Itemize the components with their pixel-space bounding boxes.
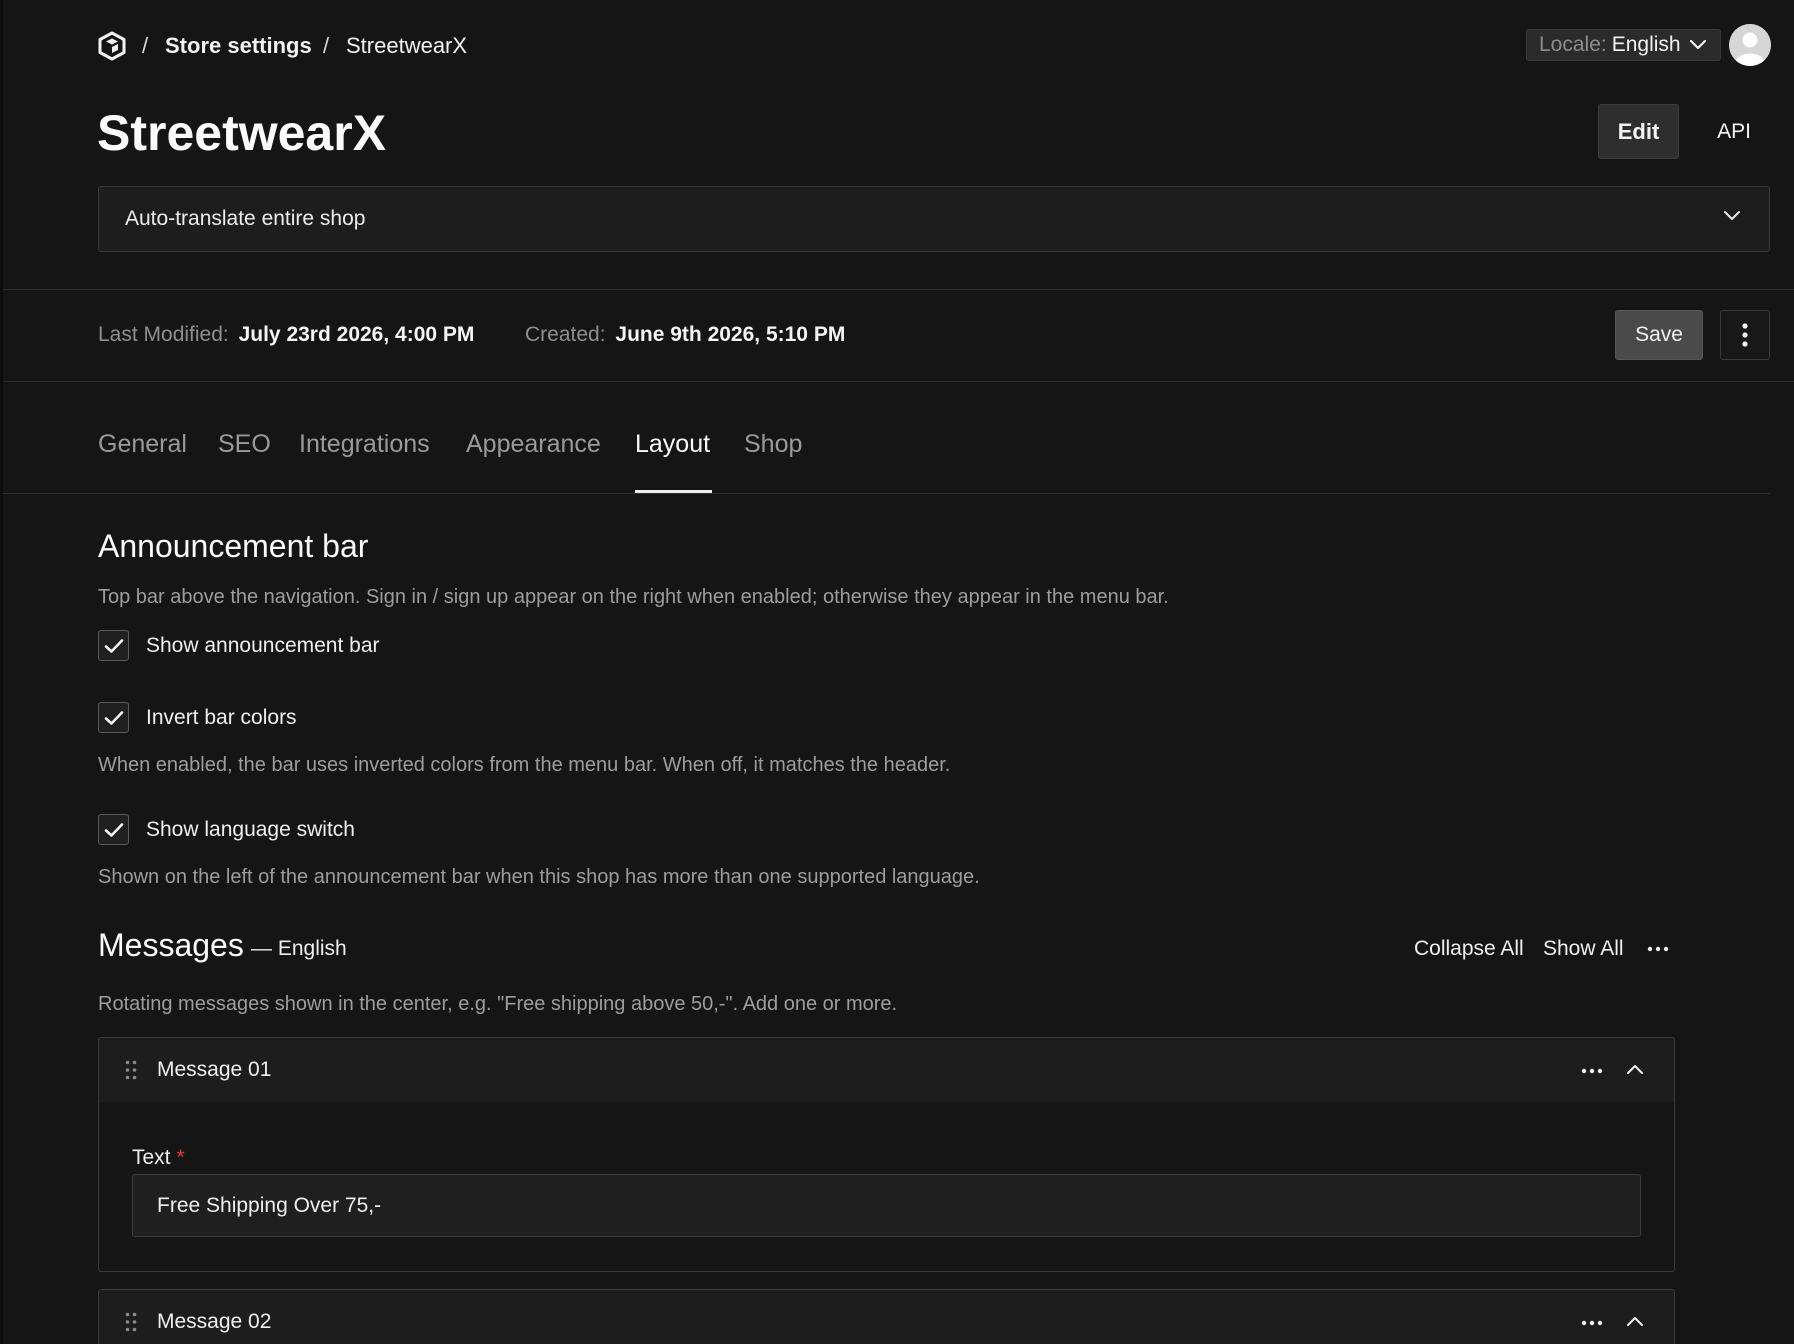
message-card-header[interactable]: Message 02: [99, 1290, 1674, 1344]
last-modified-value: July 23rd 2026, 4:00 PM: [238, 323, 475, 346]
drag-handle-icon[interactable]: [125, 1060, 137, 1080]
edit-button[interactable]: Edit: [1598, 104, 1679, 159]
breadcrumb-store-settings[interactable]: Store settings: [165, 33, 312, 59]
checkmark-icon: [104, 638, 123, 653]
tab-seo[interactable]: SEO: [218, 430, 271, 459]
drag-handle-icon[interactable]: [125, 1312, 137, 1332]
checkbox-label: Invert bar colors: [146, 705, 297, 729]
tabs-divider: [3, 493, 1770, 494]
message-card: Message 01 Text * Free Shipping Over 75,-: [98, 1037, 1675, 1272]
checkbox-label: Show announcement bar: [146, 633, 380, 657]
checkmark-icon: [104, 710, 123, 725]
messages-description: Rotating messages shown in the center, e…: [98, 993, 898, 1015]
tab-layout[interactable]: Layout: [635, 430, 710, 459]
invert-bar-colors-checkbox[interactable]: [98, 702, 129, 733]
message-text-input[interactable]: Free Shipping Over 75,-: [132, 1174, 1641, 1237]
locale-select[interactable]: Locale: English: [1526, 29, 1721, 61]
breadcrumb-separator: /: [323, 33, 330, 58]
hexagon-logo-icon[interactable]: [96, 30, 128, 62]
show-announcement-bar-option[interactable]: Show announcement bar: [98, 630, 380, 661]
created-date: Created: June 9th 2026, 5:10 PM: [525, 323, 845, 347]
auto-translate-value: Auto-translate entire shop: [125, 207, 366, 230]
message-name: Message 01: [157, 1058, 272, 1081]
more-horizontal-icon[interactable]: [1647, 938, 1669, 965]
tab-shop[interactable]: Shop: [744, 430, 802, 459]
required-indicator: *: [176, 1146, 185, 1169]
more-horizontal-icon[interactable]: [1581, 1068, 1603, 1074]
chevron-up-icon[interactable]: [1626, 1313, 1644, 1331]
window-edge: [0, 0, 3, 1344]
tab-appearance[interactable]: Appearance: [466, 430, 601, 459]
vertical-dots-icon: [1742, 323, 1748, 347]
message-name: Message 02: [157, 1310, 272, 1333]
announcement-description: Top bar above the navigation. Sign in / …: [98, 586, 1169, 608]
messages-section-title: Messages: [98, 927, 244, 963]
tab-general[interactable]: General: [98, 430, 187, 459]
auto-translate-select[interactable]: Auto-translate entire shop: [98, 186, 1770, 252]
tab-integrations[interactable]: Integrations: [299, 430, 430, 459]
user-avatar-icon[interactable]: [1729, 24, 1771, 66]
chevron-down-icon: [1689, 39, 1706, 50]
chevron-up-icon[interactable]: [1626, 1061, 1644, 1079]
messages-locale: — English: [251, 937, 347, 960]
show-language-switch-checkbox[interactable]: [98, 814, 129, 845]
show-announcement-bar-checkbox[interactable]: [98, 630, 129, 661]
divider: [3, 381, 1794, 382]
invert-bar-colors-option[interactable]: Invert bar colors: [98, 702, 297, 733]
checkmark-icon: [104, 822, 123, 837]
checkbox-label: Show language switch: [146, 817, 355, 841]
breadcrumb-current[interactable]: StreetwearX: [346, 33, 467, 59]
created-label: Created:: [525, 323, 606, 346]
announcement-section-title: Announcement bar: [98, 528, 369, 564]
last-modified: Last Modified: July 23rd 2026, 4:00 PM: [98, 323, 474, 347]
collapse-all-button[interactable]: Collapse All: [1414, 937, 1524, 961]
invert-bar-colors-help: When enabled, the bar uses inverted colo…: [98, 754, 951, 776]
text-field-label-text: Text: [132, 1146, 171, 1169]
show-language-switch-option[interactable]: Show language switch: [98, 814, 355, 845]
locale-label: Locale:: [1539, 33, 1607, 56]
more-horizontal-icon[interactable]: [1581, 1320, 1603, 1326]
show-language-switch-help: Shown on the left of the announcement ba…: [98, 866, 980, 888]
text-field-label: Text *: [132, 1146, 185, 1170]
locale-value: English: [1611, 33, 1681, 56]
active-tab-indicator: [635, 490, 712, 493]
save-button[interactable]: Save: [1615, 310, 1703, 360]
message-card: Message 02: [98, 1289, 1675, 1344]
chevron-down-icon: [1724, 211, 1740, 220]
breadcrumb-separator: /: [142, 33, 149, 58]
message-card-header[interactable]: Message 01: [99, 1038, 1674, 1102]
created-value: June 9th 2026, 5:10 PM: [615, 323, 846, 346]
api-button[interactable]: API: [1702, 104, 1766, 159]
page-title: StreetwearX: [97, 105, 387, 161]
last-modified-label: Last Modified:: [98, 323, 229, 346]
more-options-button[interactable]: [1720, 310, 1770, 360]
show-all-button[interactable]: Show All: [1543, 937, 1624, 961]
divider: [3, 289, 1794, 290]
